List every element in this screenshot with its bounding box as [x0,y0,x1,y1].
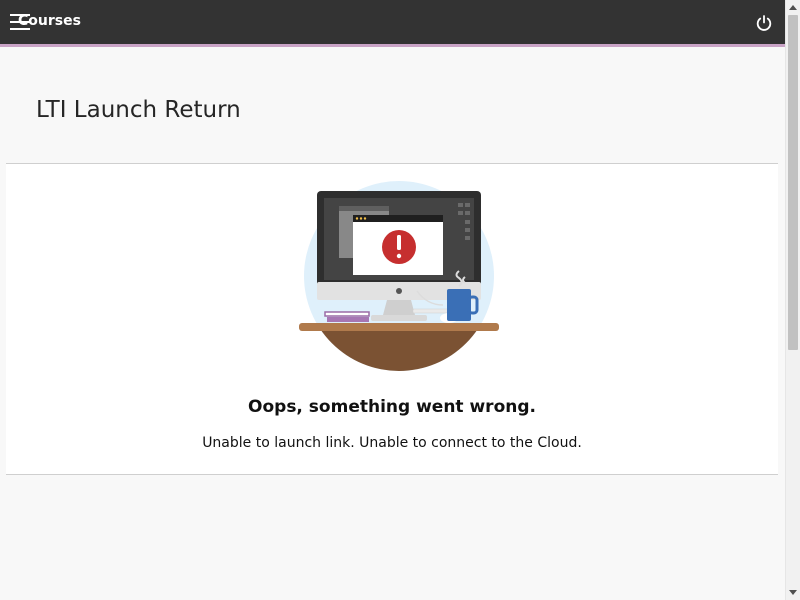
app-title[interactable]: Courses [18,12,81,30]
error-heading: Oops, something went wrong. [248,397,536,417]
error-card: Oops, something went wrong. Unable to la… [6,163,778,475]
vertical-scrollbar[interactable] [785,0,800,600]
power-icon[interactable] [755,14,773,32]
error-message: Unable to launch link. Unable to connect… [202,435,582,451]
scrollbar-thumb[interactable] [788,15,798,350]
top-navigation-bar: Courses [0,0,785,47]
scroll-up-arrow-icon[interactable] [789,5,797,10]
page-title: LTI Launch Return [36,97,241,123]
scroll-down-arrow-icon[interactable] [789,590,797,595]
computer-error-illustration [291,179,501,374]
app-viewport: Courses LTI Launch Return Oops, somethin… [0,0,800,600]
